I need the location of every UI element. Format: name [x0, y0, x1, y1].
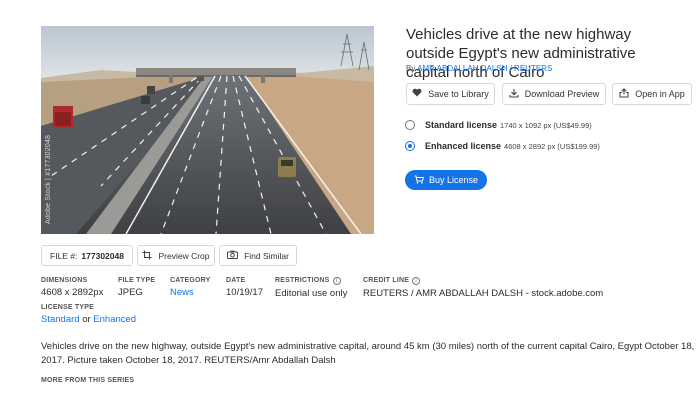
credit-value: REUTERS / AMR ABDALLAH DALSH - stock.ado… [363, 288, 604, 299]
dimensions-label: DIMENSIONS [41, 277, 88, 284]
preview-crop-button[interactable]: Preview Crop [137, 245, 215, 266]
preview-crop-label: Preview Crop [158, 250, 210, 261]
license-type-value: Standard or Enhanced [41, 314, 136, 325]
credit-label: CREDIT LINE i [363, 277, 603, 285]
byline-prefix: By [406, 64, 416, 73]
meta-date: DATE 10/19/17 [226, 277, 263, 298]
download-preview-button[interactable]: Download Preview [502, 83, 606, 105]
find-similar-label: Find Similar [244, 250, 289, 261]
save-to-library-button[interactable]: Save to Library [406, 83, 495, 105]
crop-icon [142, 250, 152, 262]
standard-license-link[interactable]: Standard [41, 314, 80, 325]
download-preview-label: Download Preview [524, 89, 600, 99]
meta-license-type: LICENSE TYPE Standard or Enhanced [41, 304, 136, 325]
highway-photo-illustration [41, 26, 374, 234]
meta-file-type: FILE TYPE JPEG [118, 277, 155, 298]
license-type-or: or [82, 314, 91, 325]
meta-credit-line: CREDIT LINE i REUTERS / AMR ABDALLAH DALS… [363, 277, 603, 299]
meta-category: CATEGORY News [170, 277, 211, 298]
info-icon[interactable]: i [332, 277, 341, 285]
more-from-series-heading: MORE FROM THIS SERIES [41, 377, 135, 384]
cart-icon [414, 175, 424, 186]
heart-icon [412, 88, 422, 100]
asset-byline: By AMR ABDALLAH DALSH / REUTERS [406, 64, 552, 73]
meta-restrictions: RESTRICTIONS i Editorial use only [275, 277, 347, 299]
date-label: DATE [226, 277, 246, 284]
find-similar-button[interactable]: Find Similar [219, 245, 297, 266]
standard-license-option[interactable]: Standard license 1740 x 1092 px (US$49.9… [405, 120, 592, 130]
restrictions-value: Editorial use only [275, 288, 348, 299]
open-in-app-icon [619, 87, 629, 101]
file-type-label: FILE TYPE [118, 277, 156, 284]
author-link[interactable]: AMR ABDALLAH DALSH / REUTERS [417, 64, 552, 73]
enhanced-license-name: Enhanced license [425, 141, 502, 151]
enhanced-license-link[interactable]: Enhanced [93, 314, 136, 325]
credit-label-text: CREDIT LINE [363, 277, 410, 284]
date-value: 10/19/17 [226, 287, 263, 298]
restrictions-label: RESTRICTIONS i [275, 277, 347, 285]
file-number-button[interactable]: FILE #: 177302048 [41, 245, 133, 266]
enhanced-license-radio[interactable] [405, 141, 415, 151]
license-type-label: LICENSE TYPE [41, 304, 94, 311]
file-number-value: 177302048 [81, 250, 124, 261]
file-number-label: FILE #: [50, 250, 78, 261]
save-to-library-label: Save to Library [428, 89, 489, 99]
info-icon[interactable]: i [412, 277, 421, 285]
photo-watermark: Adobe Stock | #177302048 [45, 134, 52, 224]
stock-photo[interactable]: Adobe Stock | #177302048 [41, 26, 374, 234]
asset-description: Vehicles drive on the new highway, outsi… [41, 341, 695, 366]
standard-license-detail: 1740 x 1092 px (US$49.99) [500, 120, 592, 130]
open-in-app-button[interactable]: Open in App [612, 83, 692, 105]
category-link[interactable]: News [170, 287, 211, 298]
enhanced-license-detail: 4608 x 2892 px (US$199.99) [504, 141, 600, 151]
buy-license-button[interactable]: Buy License [405, 170, 487, 190]
standard-license-name: Standard license [425, 120, 498, 130]
restrictions-label-text: RESTRICTIONS [275, 277, 330, 284]
open-in-app-label: Open in App [635, 89, 685, 99]
file-type-value: JPEG [118, 287, 143, 298]
enhanced-license-option[interactable]: Enhanced license 4608 x 2892 px (US$199.… [405, 141, 600, 151]
camera-icon [227, 250, 239, 261]
category-label: CATEGORY [170, 277, 211, 284]
dimensions-value: 4608 x 2892px [41, 287, 104, 298]
meta-dimensions: DIMENSIONS 4608 x 2892px [41, 277, 103, 298]
asset-title: Vehicles drive at the new highway outsid… [406, 26, 636, 81]
buy-license-label: Buy License [428, 175, 479, 185]
standard-license-radio[interactable] [405, 120, 415, 130]
download-icon [509, 88, 519, 101]
